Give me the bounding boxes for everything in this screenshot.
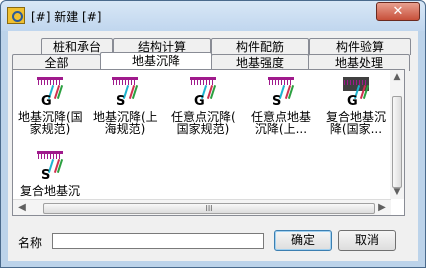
- list-item[interactable]: S 任意点地基 沉降(上...: [249, 75, 313, 135]
- app-icon: [7, 7, 25, 24]
- settlement-icon: G: [188, 75, 218, 111]
- horizontal-scrollbar[interactable]: ◀ III ▶: [13, 199, 391, 215]
- scroll-up-icon[interactable]: ▲: [390, 70, 404, 84]
- list-item[interactable]: S 地基沉降(上 海规范): [93, 75, 158, 136]
- item-label: 复合地基沉 降(国家...: [325, 110, 386, 136]
- name-label: 名称: [18, 236, 43, 250]
- settlement-icon: S: [266, 75, 296, 111]
- horizontal-scroll-thumb[interactable]: III: [43, 203, 375, 214]
- item-label: 复合地基沉: [19, 184, 80, 198]
- list-item[interactable]: G 复合地基沉 降(国家...: [324, 75, 388, 135]
- scroll-down-icon[interactable]: ▼: [390, 185, 404, 199]
- item-label: 任意点沉降( 国家规范): [171, 110, 236, 136]
- scroll-left-icon[interactable]: ◀: [15, 202, 29, 214]
- item-label: 地基沉降(国 家规范): [18, 110, 83, 136]
- vertical-scrollbar[interactable]: ▲ ▼: [390, 70, 404, 199]
- close-button[interactable]: ✕: [376, 2, 420, 21]
- name-input[interactable]: [52, 233, 264, 249]
- vertical-scroll-thumb[interactable]: [392, 96, 402, 188]
- item-list-panel: G 地基沉降(国 家规范) S 地基沉降(上 海规范) G 任意点沉降( 国家规…: [12, 69, 405, 216]
- tab-member-check[interactable]: 构件验算: [309, 38, 411, 55]
- settlement-icon: S: [110, 75, 140, 111]
- composite-settlement-icon: S: [35, 149, 65, 185]
- list-item[interactable]: S 复合地基沉: [18, 149, 82, 197]
- window-title: [#] 新建 [#]: [31, 10, 102, 24]
- list-item[interactable]: G 任意点沉降( 国家规范): [171, 75, 236, 136]
- cancel-button[interactable]: 取消: [338, 230, 396, 251]
- scroll-right-icon[interactable]: ▶: [375, 202, 389, 214]
- item-label: 地基沉降(上 海规范): [93, 110, 158, 136]
- ok-button[interactable]: 确定: [274, 230, 332, 251]
- dialog-window: [#] 新建 [#] ✕ 桩和承台 结构计算 构件配筋 构件验算 全部 地基处理…: [0, 0, 426, 268]
- tab-member-reinforcement[interactable]: 构件配筋: [211, 38, 309, 55]
- list-item[interactable]: G 地基沉降(国 家规范): [18, 75, 83, 136]
- title-bar[interactable]: [#] 新建 [#] ✕: [1, 1, 425, 31]
- composite-settlement-icon: G: [341, 75, 371, 111]
- item-label: 任意点地基 沉降(上...: [250, 110, 311, 136]
- settlement-icon: G: [35, 75, 65, 111]
